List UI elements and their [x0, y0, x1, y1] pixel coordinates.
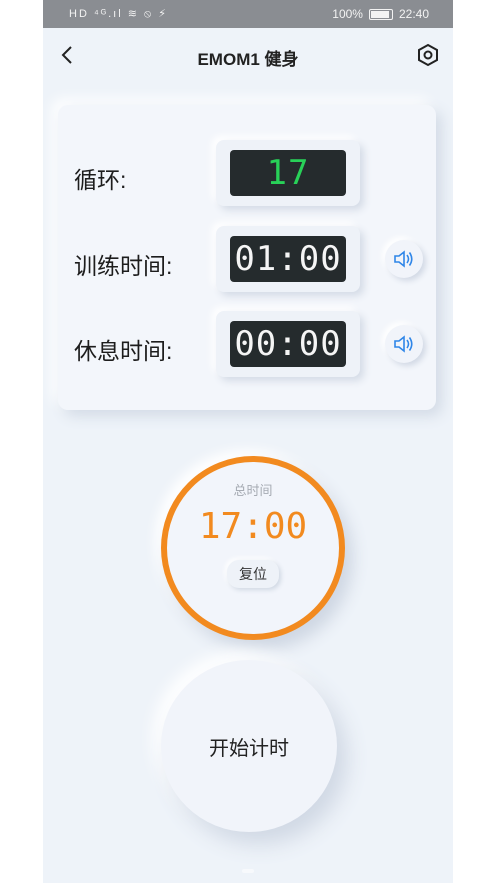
start-timer-label: 开始计时 — [209, 737, 289, 760]
work-time-display: 01:00 — [230, 236, 346, 282]
home-indicator — [242, 869, 254, 873]
hexagon-settings-icon — [418, 43, 438, 67]
rest-sound-button[interactable] — [385, 325, 423, 363]
battery-percent: 100% — [332, 7, 363, 21]
status-bar: HD ⁴ᴳ.ıl ≋ ⦸ ⚡ 100% 22:40 — [43, 0, 453, 28]
status-icons: HD ⁴ᴳ.ıl ≋ ⦸ ⚡ — [69, 8, 168, 20]
work-sound-button[interactable] — [385, 240, 423, 278]
rest-time-display: 00:00 — [230, 321, 346, 367]
rounds-display-frame[interactable]: 17 — [216, 140, 360, 206]
total-time-value: 17:00 — [198, 506, 308, 547]
page-title: EMOM1 健身 — [197, 50, 299, 69]
total-time-caption: 总时间 — [233, 483, 273, 498]
rest-time-label: 休息时间: — [74, 338, 173, 364]
rounds-label: 循环: — [74, 167, 127, 193]
clock: 22:40 — [398, 7, 429, 21]
rounds-display: 17 — [230, 150, 346, 196]
timer-settings-card: 循环: 17 训练时间: 01:00 休息时间: 00:00 — [58, 105, 436, 410]
start-timer-button[interactable]: 开始计时 — [161, 660, 337, 832]
work-time-label: 训练时间: — [74, 253, 173, 279]
app-screen: HD ⁴ᴳ.ıl ≋ ⦸ ⚡ 100% 22:40 EMOM1 健身 循环: 1… — [43, 0, 453, 883]
total-time-ring: 总时间 17:00 复位 — [161, 456, 345, 640]
rest-time-display-frame[interactable]: 00:00 — [216, 311, 360, 377]
speaker-icon — [394, 250, 413, 268]
settings-button[interactable] — [415, 42, 441, 68]
reset-button[interactable]: 复位 — [227, 560, 279, 588]
app-header: EMOM1 健身 — [43, 28, 453, 84]
speaker-icon — [394, 335, 413, 353]
work-time-display-frame[interactable]: 01:00 — [216, 226, 360, 292]
battery-icon — [368, 8, 393, 20]
